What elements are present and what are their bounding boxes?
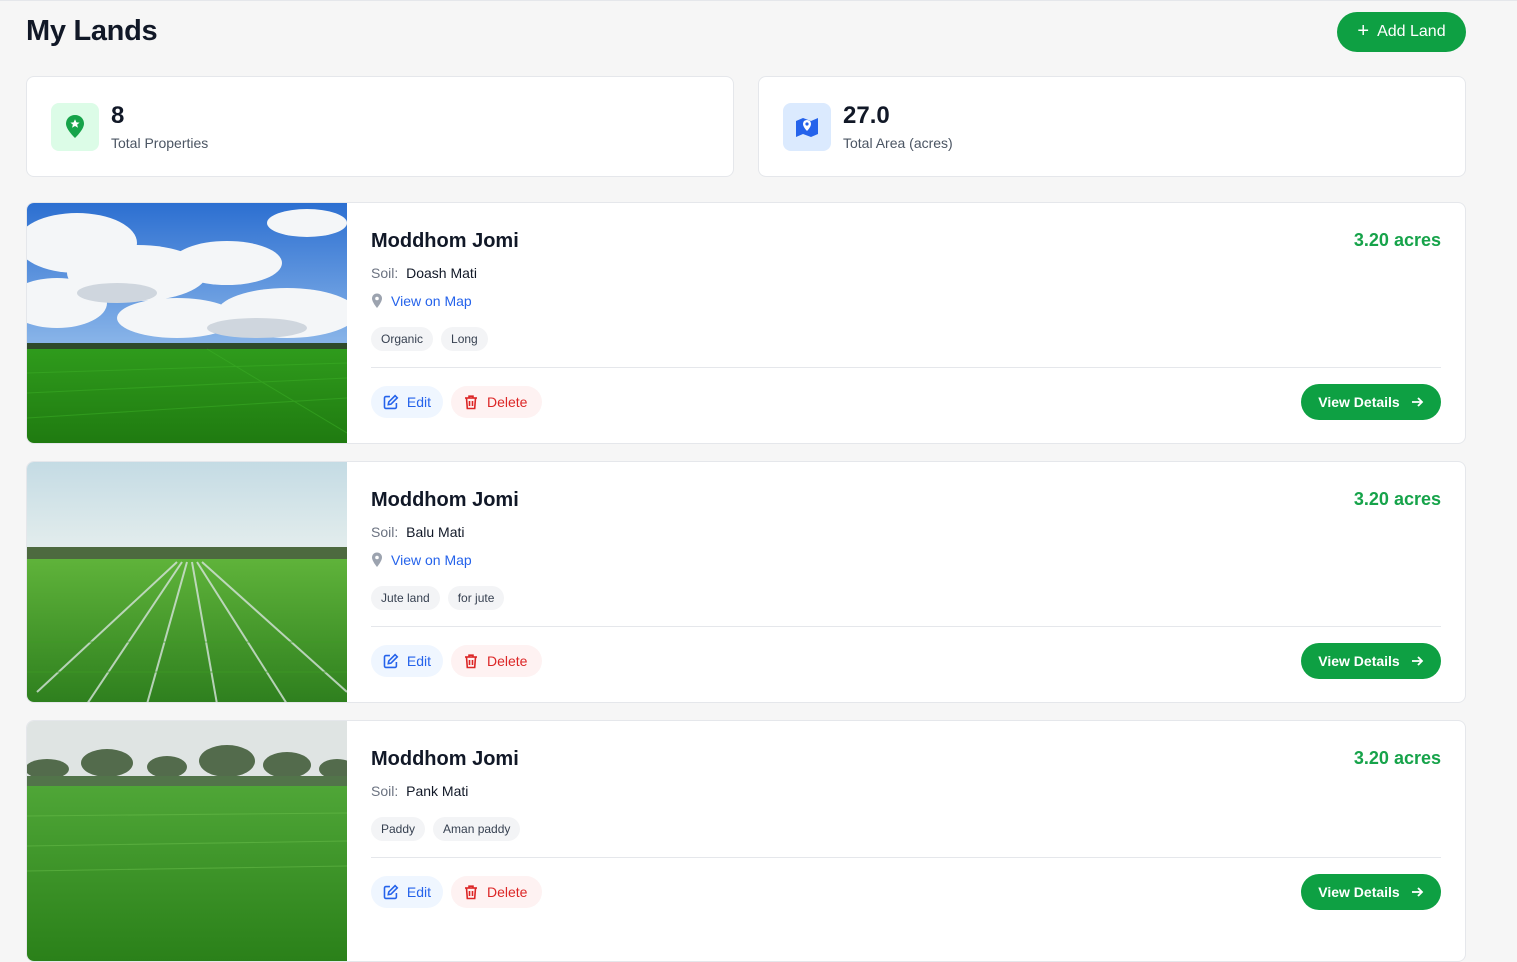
arrow-right-icon bbox=[1411, 887, 1423, 897]
total-area-label: Total Area (acres) bbox=[843, 135, 953, 151]
total-area-value: 27.0 bbox=[843, 102, 890, 129]
soil-label: Soil: bbox=[371, 265, 399, 281]
view-details-label: View Details bbox=[1318, 884, 1400, 900]
delete-button[interactable]: Delete bbox=[451, 386, 542, 418]
delete-button[interactable]: Delete bbox=[451, 876, 542, 908]
add-land-button[interactable]: + Add Land bbox=[1337, 12, 1466, 52]
soil-value: Pank Mati bbox=[406, 783, 469, 799]
location-pin-icon bbox=[372, 552, 382, 567]
view-details-button[interactable]: View Details bbox=[1301, 874, 1441, 910]
soil-row: Soil: Balu Mati bbox=[371, 524, 464, 540]
tag-list: Jute land for jute bbox=[371, 586, 505, 610]
tag: Paddy bbox=[371, 817, 426, 841]
tag-list: Organic Long bbox=[371, 327, 488, 351]
tag: Organic bbox=[371, 327, 434, 351]
land-area: 3.20 acres bbox=[1353, 230, 1441, 250]
trash-icon bbox=[465, 885, 477, 900]
divider bbox=[371, 626, 1441, 627]
land-area: 3.20 acres bbox=[1353, 748, 1441, 768]
edit-icon bbox=[383, 884, 399, 900]
view-on-map-link[interactable]: View on Map bbox=[371, 552, 472, 568]
add-land-label: Add Land bbox=[1377, 23, 1446, 40]
stat-card-total-area: 27.0 Total Area (acres) bbox=[758, 76, 1466, 177]
location-pin-icon bbox=[372, 293, 382, 308]
edit-label: Edit bbox=[406, 394, 431, 410]
soil-row: Soil: Doash Mati bbox=[371, 265, 477, 281]
edit-button[interactable]: Edit bbox=[371, 876, 443, 908]
plus-icon: + bbox=[1357, 20, 1370, 42]
view-details-button[interactable]: View Details bbox=[1301, 643, 1441, 679]
edit-label: Edit bbox=[406, 884, 431, 900]
divider bbox=[371, 367, 1441, 368]
delete-button[interactable]: Delete bbox=[451, 645, 542, 677]
arrow-right-icon bbox=[1411, 397, 1423, 407]
land-name: Moddhom Jomi bbox=[371, 748, 519, 770]
tag: Aman paddy bbox=[433, 817, 521, 841]
page-title: My Lands bbox=[26, 15, 158, 47]
total-properties-value: 8 bbox=[111, 102, 125, 129]
arrow-right-icon bbox=[1411, 656, 1423, 666]
delete-label: Delete bbox=[487, 653, 528, 669]
tag: for jute bbox=[447, 586, 505, 610]
edit-icon bbox=[383, 394, 399, 410]
edit-label: Edit bbox=[406, 653, 431, 669]
tag-list: Paddy Aman paddy bbox=[371, 817, 521, 841]
tag: Jute land bbox=[371, 586, 440, 610]
tag: Long bbox=[441, 327, 488, 351]
land-photo bbox=[27, 203, 347, 443]
trash-icon bbox=[465, 654, 477, 669]
edit-icon bbox=[383, 653, 399, 669]
stat-card-total-properties: 8 Total Properties bbox=[26, 76, 734, 177]
map-pin-icon bbox=[51, 103, 99, 151]
soil-label: Soil: bbox=[371, 524, 399, 540]
land-photo bbox=[27, 721, 347, 961]
land-photo bbox=[27, 462, 347, 702]
edit-button[interactable]: Edit bbox=[371, 645, 443, 677]
soil-row: Soil: Pank Mati bbox=[371, 783, 468, 799]
land-card: Moddhom Jomi 3.20 acres Soil: Pank Mati … bbox=[26, 720, 1466, 962]
view-on-map-link[interactable]: View on Map bbox=[371, 293, 472, 309]
land-name: Moddhom Jomi bbox=[371, 489, 519, 511]
trash-icon bbox=[465, 395, 477, 410]
land-area: 3.20 acres bbox=[1353, 489, 1441, 509]
view-details-label: View Details bbox=[1318, 653, 1400, 669]
soil-value: Doash Mati bbox=[406, 265, 477, 281]
view-details-button[interactable]: View Details bbox=[1301, 384, 1441, 420]
divider bbox=[371, 857, 1441, 858]
land-card: Moddhom Jomi 3.20 acres Soil: Doash Mati… bbox=[26, 202, 1466, 444]
soil-label: Soil: bbox=[371, 783, 399, 799]
land-card: Moddhom Jomi 3.20 acres Soil: Balu Mati … bbox=[26, 461, 1466, 703]
delete-label: Delete bbox=[487, 394, 528, 410]
land-name: Moddhom Jomi bbox=[371, 230, 519, 252]
view-details-label: View Details bbox=[1318, 394, 1400, 410]
map-icon bbox=[783, 103, 831, 151]
view-on-map-label: View on Map bbox=[391, 552, 472, 568]
soil-value: Balu Mati bbox=[406, 524, 465, 540]
edit-button[interactable]: Edit bbox=[371, 386, 443, 418]
view-on-map-label: View on Map bbox=[391, 293, 472, 309]
total-properties-label: Total Properties bbox=[111, 135, 209, 151]
delete-label: Delete bbox=[487, 884, 528, 900]
